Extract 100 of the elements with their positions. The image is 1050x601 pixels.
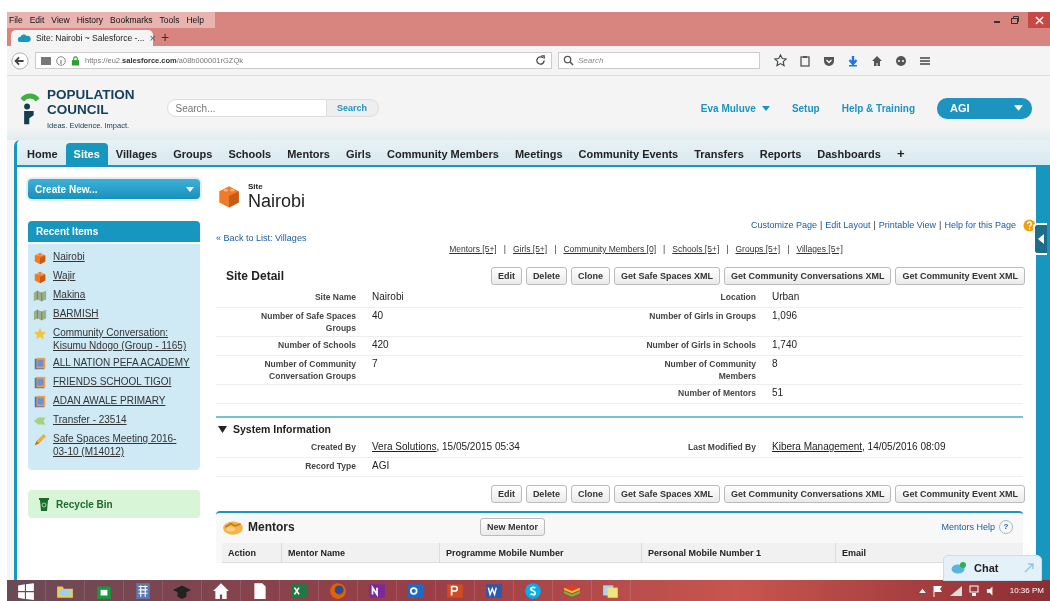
new-tab-button[interactable]: +: [161, 29, 170, 45]
nav-tab[interactable]: Reports: [751, 143, 810, 165]
chevron-up-icon[interactable]: [918, 588, 926, 593]
browser-tab[interactable]: Site: Nairobi ~ Salesforce -... ×: [11, 30, 153, 46]
document-icon[interactable]: [251, 581, 269, 600]
action-button[interactable]: Clone: [570, 267, 610, 285]
recycle-bin-link[interactable]: Recycle Bin: [28, 490, 200, 518]
field-label: Number of Safe Spaces Groups: [216, 308, 356, 337]
recent-item-link[interactable]: Community Conversation: Kisumu Ndogo (Group - 1165): [53, 326, 190, 352]
menu-item[interactable]: History: [76, 15, 104, 25]
section-toggle[interactable]: System Information: [216, 422, 1036, 436]
house-icon[interactable]: [212, 581, 230, 600]
new-mentor-button[interactable]: New Mentor: [480, 518, 545, 536]
action-button[interactable]: Get Safe Spaces XML: [613, 267, 720, 285]
action-button[interactable]: Edit: [490, 485, 522, 503]
action-button[interactable]: Delete: [525, 485, 567, 503]
action-button[interactable]: Get Community Event XML: [895, 485, 1025, 503]
recent-item-link[interactable]: Transfer - 23514: [53, 413, 127, 426]
expand-arrow-icon: [1024, 563, 1034, 573]
back-icon[interactable]: [11, 51, 29, 70]
user-link[interactable]: Vera Solutions: [372, 441, 437, 452]
skype-icon[interactable]: [524, 581, 542, 600]
chat-widget[interactable]: Chat: [943, 555, 1042, 581]
excel-icon[interactable]: [290, 581, 308, 600]
nav-tab[interactable]: Home: [19, 143, 66, 165]
caret-icon: [761, 105, 770, 111]
word-icon[interactable]: [485, 581, 503, 600]
nav-tab[interactable]: Meetings: [506, 143, 571, 165]
recent-item-link[interactable]: Makina: [53, 288, 86, 301]
recent-item-link[interactable]: ADAN AWALE PRIMARY: [53, 394, 166, 407]
action-button[interactable]: Clone: [570, 485, 610, 503]
download-icon[interactable]: [847, 54, 859, 67]
menu-item[interactable]: Help: [186, 15, 204, 25]
nav-tab[interactable]: Girls: [337, 143, 380, 165]
field-label: Record Type: [216, 458, 356, 477]
page-link[interactable]: Help for this Page: [944, 220, 1016, 230]
action-button[interactable]: Edit: [490, 267, 522, 285]
calculator-icon[interactable]: [134, 581, 152, 600]
close-icon[interactable]: [1034, 15, 1044, 25]
related-list-link[interactable]: Community Members [0]: [563, 244, 656, 254]
recent-item-link[interactable]: Safe Spaces Meeting 2016-03-10 (M14012): [53, 432, 190, 458]
restore-icon[interactable]: [1010, 15, 1020, 25]
action-button[interactable]: Get Community Conversations XML: [723, 485, 892, 503]
chat-bubble-icon[interactable]: [895, 54, 907, 67]
signal-icon[interactable]: [949, 585, 962, 596]
related-list-link[interactable]: Schools [5+]: [672, 244, 720, 254]
back-link[interactable]: « Back to List: Villages: [216, 233, 307, 243]
menu-icon[interactable]: [919, 54, 931, 67]
nav-tab[interactable]: Schools: [220, 143, 280, 165]
field-value: 40: [356, 308, 606, 337]
menu-item[interactable]: Bookmarks: [110, 15, 153, 25]
onenote-icon[interactable]: [368, 581, 386, 600]
menu-item[interactable]: View: [51, 15, 70, 25]
field-value: 51: [756, 385, 1023, 404]
outlook-icon[interactable]: [407, 581, 425, 600]
powerpoint-icon[interactable]: [446, 581, 464, 600]
field-value: Urban: [756, 289, 1023, 308]
menu-item[interactable]: Tools: [159, 15, 180, 25]
search-field[interactable]: Search...: [166, 99, 327, 117]
action-button[interactable]: Get Safe Spaces XML: [613, 485, 720, 503]
recent-item-link[interactable]: FRIENDS SCHOOL TIGOI: [53, 375, 172, 388]
page-link[interactable]: Printable View: [878, 220, 937, 230]
network-icon[interactable]: [968, 584, 979, 597]
related-list-link[interactable]: Villages [5+]: [796, 244, 843, 254]
field-value: Kibera Management, 14/05/2016 08:09: [756, 439, 1023, 458]
nav-tab[interactable]: Mentors: [279, 143, 338, 165]
windows-icon[interactable]: [17, 581, 35, 600]
menu-item[interactable]: Edit: [29, 15, 45, 25]
collapse-handle[interactable]: [1033, 223, 1047, 255]
page-link[interactable]: Customize Page: [750, 220, 817, 230]
page-link[interactable]: Edit Layout: [825, 220, 871, 230]
help-link[interactable]: Mentors Help: [941, 522, 995, 532]
tab-close-button[interactable]: ×: [149, 32, 156, 44]
recent-item-link[interactable]: Wajir: [53, 269, 76, 282]
action-button[interactable]: Get Community Conversations XML: [723, 267, 892, 285]
nav-tab[interactable]: Community Events: [570, 143, 687, 165]
nav-tab[interactable]: Dashboards: [809, 143, 889, 165]
recent-item-link[interactable]: Nairobi: [53, 250, 85, 263]
nav-tab[interactable]: Groups: [165, 143, 221, 165]
star-icon[interactable]: [774, 54, 787, 67]
recent-item-link[interactable]: BARMISH: [53, 307, 99, 320]
menu-item[interactable]: File: [9, 15, 23, 25]
clipboard-icon[interactable]: [799, 54, 811, 67]
related-list-link[interactable]: Mentors [5+]: [449, 244, 497, 254]
nav-tab[interactable]: Transfers: [686, 143, 752, 165]
pocket-icon[interactable]: [823, 54, 835, 67]
nav-tab[interactable]: Villages: [107, 143, 166, 165]
recent-item-link[interactable]: ALL NATION PEFA ACADEMY: [53, 356, 190, 369]
related-list-link[interactable]: Girls [5+]: [512, 244, 548, 254]
add-tab-button[interactable]: +: [888, 143, 913, 165]
flag-icon[interactable]: [932, 584, 943, 597]
action-button[interactable]: Delete: [525, 267, 567, 285]
reload-icon[interactable]: [535, 55, 546, 66]
help-icon[interactable]: [1023, 218, 1036, 232]
related-list-link[interactable]: Groups [5+]: [735, 244, 781, 254]
home-icon[interactable]: [871, 54, 883, 67]
nav-tab[interactable]: Community Members: [379, 143, 507, 165]
clock: 10:36 PM: [1009, 586, 1044, 595]
search-field[interactable]: Search: [558, 52, 760, 69]
action-button[interactable]: Get Community Event XML: [895, 267, 1025, 285]
